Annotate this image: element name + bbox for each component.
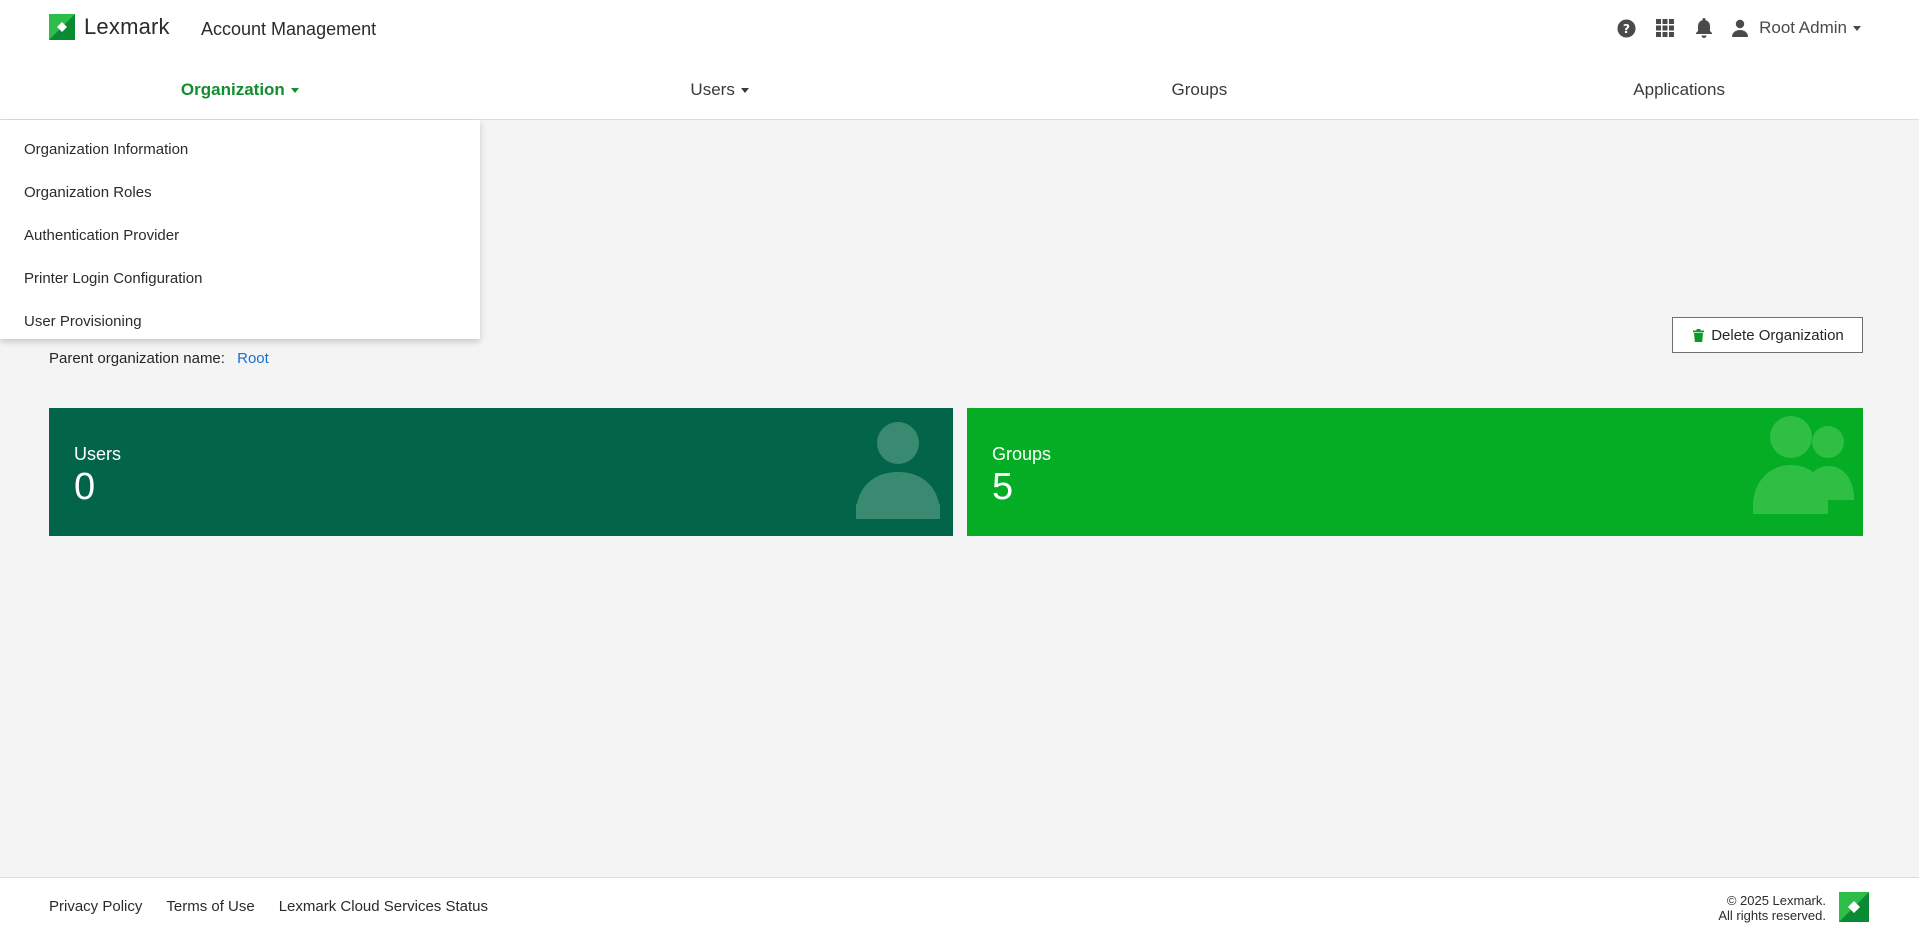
user-menu[interactable]: Root Admin (1731, 18, 1861, 38)
nav-organization[interactable]: Organization (0, 70, 480, 110)
parent-organization-link[interactable]: Root (237, 350, 269, 367)
lexmark-footer-logo-icon (1839, 892, 1869, 922)
terms-of-use-link[interactable]: Terms of Use (166, 898, 254, 915)
header-actions: ? Root Admin (1599, 16, 1861, 40)
brand-name: Lexmark (84, 14, 170, 39)
menu-item-printer-login-configuration[interactable]: Printer Login Configuration (0, 257, 480, 300)
users-tile-count: 0 (74, 466, 96, 508)
apps-grid-icon[interactable] (1653, 16, 1677, 40)
organization-dropdown-menu: Organization Information Organization Ro… (0, 120, 480, 339)
copyright-line-1: © 2025 Lexmark. (1726, 893, 1826, 908)
main-nav: Organization Users Groups Applications (0, 70, 1919, 110)
parent-organization-row: Parent organization name: Root (49, 350, 269, 367)
user-silhouette-icon (856, 422, 940, 519)
delete-organization-label: Delete Organization (1711, 326, 1844, 344)
nav-applications[interactable]: Applications (1439, 70, 1919, 110)
help-icon[interactable]: ? (1614, 16, 1638, 40)
svg-text:?: ? (1623, 21, 1630, 35)
bell-icon[interactable] (1692, 16, 1716, 40)
nav-applications-label: Applications (1633, 80, 1725, 99)
brand-logo[interactable]: Lexmark (49, 14, 170, 40)
menu-item-organization-information[interactable]: Organization Information (0, 128, 480, 171)
menu-item-authentication-provider[interactable]: Authentication Provider (0, 214, 480, 257)
chevron-down-icon (290, 87, 299, 93)
nav-users[interactable]: Users (480, 70, 960, 110)
copyright-line-2: All rights reserved. (1718, 908, 1826, 923)
menu-item-organization-roles[interactable]: Organization Roles (0, 171, 480, 214)
users-tile-label: Users (74, 444, 122, 464)
top-header: Lexmark Account Management ? Root Admin … (0, 0, 1919, 120)
users-summary-tile[interactable]: Users 0 (49, 408, 953, 536)
groups-tile-count: 5 (992, 466, 1014, 508)
nav-organization-label: Organization (180, 80, 285, 99)
chevron-down-icon (740, 87, 749, 93)
lexmark-logo-icon (49, 14, 75, 40)
group-silhouette-icon (1753, 416, 1854, 514)
nav-groups-label: Groups (1171, 80, 1228, 99)
user-icon (1732, 19, 1749, 37)
app-title: Account Management (201, 19, 377, 39)
copyright-text: © 2025 Lexmark. All rights reserved. (1718, 893, 1826, 923)
menu-item-user-provisioning[interactable]: User Provisioning (0, 300, 480, 343)
privacy-policy-link[interactable]: Privacy Policy (49, 898, 142, 915)
groups-summary-tile[interactable]: Groups 5 (967, 408, 1863, 536)
chevron-down-icon (1853, 25, 1861, 31)
user-name: Root Admin (1759, 18, 1847, 37)
page-footer: Privacy Policy Terms of Use Lexmark Clou… (0, 877, 1919, 932)
nav-users-label: Users (690, 80, 735, 99)
cloud-services-status-link[interactable]: Lexmark Cloud Services Status (279, 898, 488, 915)
footer-links: Privacy Policy Terms of Use Lexmark Clou… (49, 898, 512, 915)
groups-tile-label: Groups (992, 444, 1052, 464)
trash-icon (1691, 328, 1705, 342)
delete-organization-button[interactable]: Delete Organization (1672, 317, 1863, 353)
nav-groups[interactable]: Groups (960, 70, 1440, 110)
parent-organization-label: Parent organization name: (49, 350, 225, 367)
